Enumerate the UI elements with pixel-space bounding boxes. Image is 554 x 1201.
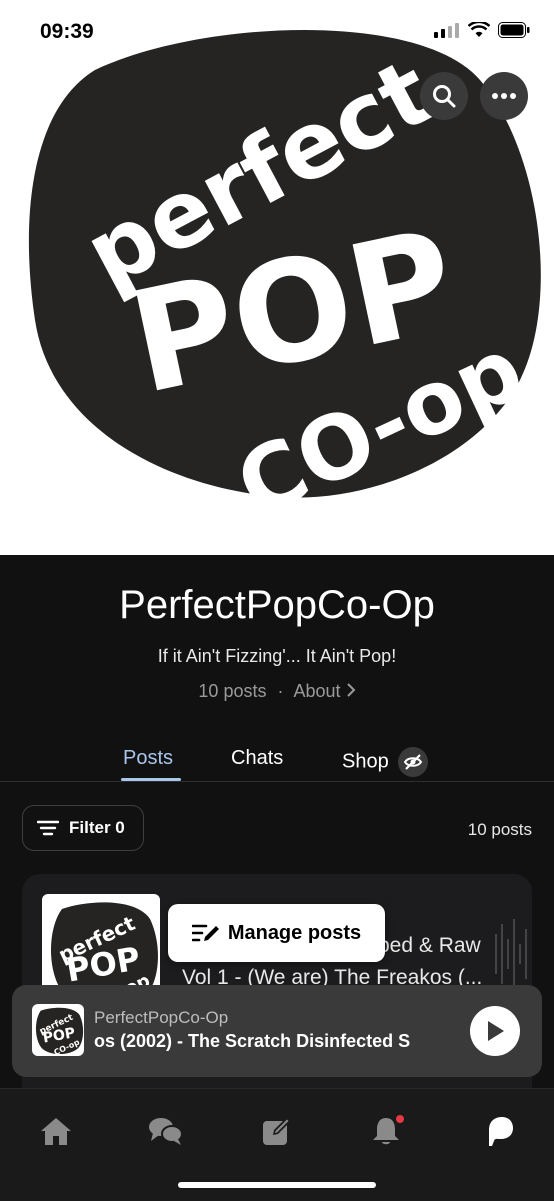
- nav-home[interactable]: [36, 1111, 76, 1151]
- post-count-label: 10 posts: [467, 820, 532, 839]
- profile-tabs: Posts Chats Shop: [0, 735, 554, 782]
- tab-chats[interactable]: Chats: [231, 747, 283, 770]
- filter-icon: [37, 820, 59, 836]
- patreon-icon: [489, 1117, 513, 1146]
- about-link[interactable]: About: [294, 681, 356, 701]
- chats-icon: [149, 1118, 183, 1145]
- chevron-right-icon: [346, 683, 355, 697]
- nav-profile[interactable]: [478, 1111, 518, 1151]
- search-icon: [433, 85, 456, 108]
- search-button[interactable]: [420, 72, 468, 120]
- mini-player[interactable]: perfect POP CO-op PerfectPopCo-Op os (20…: [12, 985, 542, 1077]
- bell-icon: [373, 1115, 404, 1145]
- nav-compose[interactable]: [257, 1111, 297, 1151]
- player-artwork-logo: perfect POP CO-op: [35, 1007, 84, 1056]
- filter-label: Filter 0: [69, 818, 125, 837]
- manage-posts-button[interactable]: Manage posts: [168, 904, 385, 962]
- player-track: os (2002) - The Scratch Disinfected S: [94, 1031, 411, 1051]
- nav-notifications[interactable]: [367, 1111, 407, 1151]
- status-time: 09:39: [40, 20, 94, 43]
- more-options-button[interactable]: [480, 72, 528, 120]
- tab-posts[interactable]: Posts: [123, 747, 173, 770]
- filter-button[interactable]: Filter 0: [22, 805, 144, 851]
- manage-posts-label: Manage posts: [227, 921, 362, 944]
- active-tab-indicator: [121, 778, 181, 781]
- posts-count: 10 posts: [198, 681, 267, 701]
- creator-name: PerfectPopCo-Op: [119, 583, 435, 627]
- compose-icon: [263, 1117, 291, 1145]
- about-label: About: [293, 681, 341, 701]
- player-artwork: perfect POP CO-op: [32, 1004, 84, 1056]
- tab-shop-label: Shop: [342, 750, 389, 773]
- more-icon: [492, 93, 516, 99]
- edit-list-icon: [191, 924, 219, 942]
- battery-icon: [498, 22, 530, 38]
- cellular-signal-icon: [434, 23, 459, 38]
- profile-meta: 10 posts · About: [0, 681, 554, 702]
- home-icon: [41, 1118, 71, 1145]
- wifi-icon: [468, 22, 490, 37]
- player-artist: PerfectPopCo-Op: [94, 1008, 229, 1027]
- tab-shop[interactable]: Shop: [342, 747, 429, 777]
- hidden-eye-icon: [398, 747, 429, 777]
- home-indicator: [178, 1182, 376, 1188]
- creator-tagline: If it Ain't Fizzing'... It Ain't Pop!: [157, 646, 397, 666]
- profile-banner: perfect POP CO-op: [0, 0, 554, 555]
- status-bar: 09:39: [0, 0, 554, 60]
- play-icon: [488, 1021, 504, 1041]
- meta-separator: ·: [277, 681, 284, 701]
- play-button[interactable]: [470, 1006, 520, 1056]
- nav-chats[interactable]: [146, 1111, 186, 1151]
- perfect-pop-logo: perfect POP CO-op: [28, 30, 541, 538]
